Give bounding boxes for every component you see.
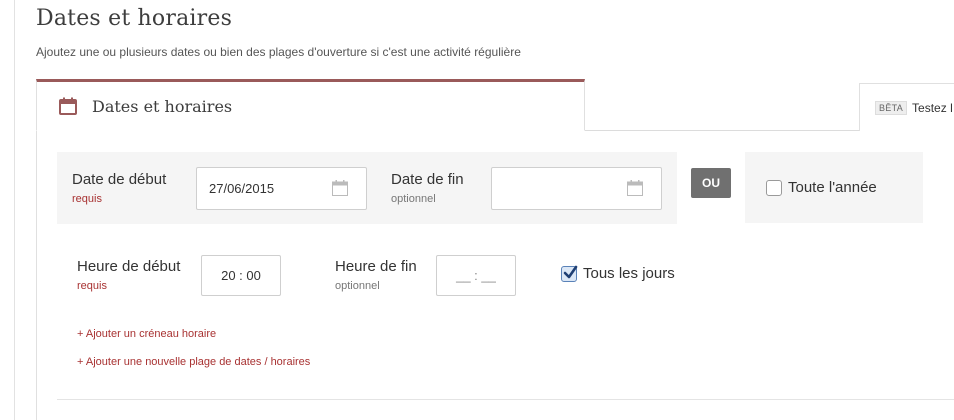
start-date-input[interactable]: 27/06/2015 (196, 167, 367, 210)
end-date-input[interactable] (491, 167, 662, 210)
start-date-required-hint: requis (72, 193, 102, 205)
calendar-icon[interactable] (627, 180, 643, 196)
start-date-label: Date de début (72, 171, 167, 188)
end-time-optional-hint: optionnel (335, 280, 380, 292)
checkmark-icon (563, 265, 578, 278)
tab-label: Dates et horaires (92, 96, 233, 116)
page-title: Dates et horaires (36, 6, 233, 31)
end-time-label: Heure de fin (335, 258, 417, 275)
start-date-value: 27/06/2015 (209, 181, 275, 196)
every-day-checkbox[interactable] (561, 265, 578, 282)
page-subtitle: Ajoutez une ou plusieurs dates ou bien d… (36, 45, 521, 59)
or-badge: OU (691, 168, 731, 198)
end-date-label: Date de fin (391, 171, 464, 188)
left-divider (14, 0, 15, 420)
section-divider (57, 399, 954, 400)
all-year-label[interactable]: Toute l'année (788, 179, 877, 196)
end-time-input[interactable]: __ : __ (436, 255, 516, 296)
tab-beta-label: Testez l (912, 100, 953, 115)
start-time-label: Heure de début (77, 258, 181, 275)
end-date-optional-hint: optionnel (391, 193, 436, 205)
calendar-icon (59, 97, 77, 115)
add-time-slot-link[interactable]: + Ajouter un créneau horaire (77, 328, 216, 340)
calendar-icon[interactable] (332, 180, 348, 196)
all-year-checkbox[interactable] (766, 179, 782, 196)
every-day-label[interactable]: Tous les jours (583, 265, 675, 282)
every-day-row: Tous les jours (561, 265, 675, 282)
all-year-panel: Toute l'année (745, 152, 923, 223)
start-time-required-hint: requis (77, 280, 107, 292)
beta-badge: BÊTA (875, 100, 908, 115)
content-border (36, 131, 37, 420)
add-date-range-link[interactable]: + Ajouter une nouvelle plage de dates / … (77, 356, 310, 368)
tab-beta[interactable]: BÊTA Testez l (859, 83, 954, 131)
tab-dates-horaires[interactable]: Dates et horaires (36, 79, 585, 131)
start-time-input[interactable]: 20 : 00 (201, 255, 281, 296)
